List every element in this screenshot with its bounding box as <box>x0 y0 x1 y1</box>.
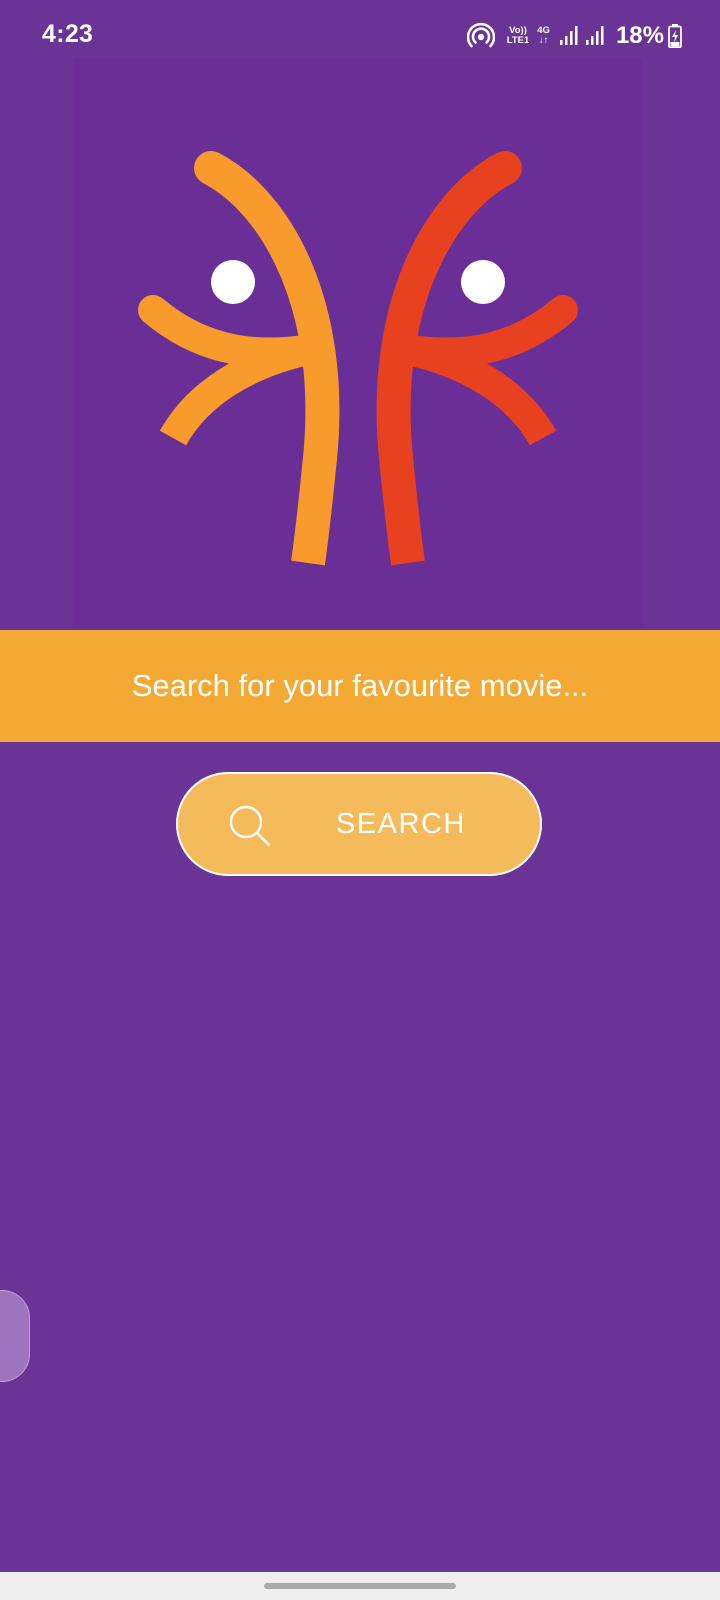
search-button-label: SEARCH <box>336 808 466 840</box>
hotspot-icon <box>466 22 495 48</box>
status-time: 4:23 <box>42 20 94 48</box>
navigation-bar <box>0 1572 720 1600</box>
battery-charging-icon <box>668 24 682 48</box>
signal-icon <box>559 26 578 45</box>
app-logo <box>73 58 643 628</box>
battery-percentage: 18% <box>615 22 664 49</box>
signal-icon <box>585 26 604 45</box>
search-button[interactable]: SEARCH <box>176 772 542 876</box>
search-prompt-banner: Search for your favourite movie... <box>0 630 720 742</box>
status-icons: Vo)) LTE1 4G ↓↑ 18% <box>466 18 682 54</box>
floating-edge-handle[interactable] <box>0 1290 30 1382</box>
network-type-indicator: 4G ↓↑ <box>537 26 550 46</box>
volte-indicator: Vo)) LTE1 <box>507 26 530 46</box>
search-icon <box>229 805 271 847</box>
gesture-handle[interactable] <box>264 1583 456 1589</box>
dancing-figures-logo-icon <box>138 151 578 566</box>
data-arrows: ↓↑ <box>538 35 549 46</box>
volte-bottom: LTE1 <box>506 35 530 46</box>
right-figure <box>376 151 578 566</box>
search-prompt-text: Search for your favourite movie... <box>131 668 589 703</box>
left-figure <box>138 151 340 566</box>
